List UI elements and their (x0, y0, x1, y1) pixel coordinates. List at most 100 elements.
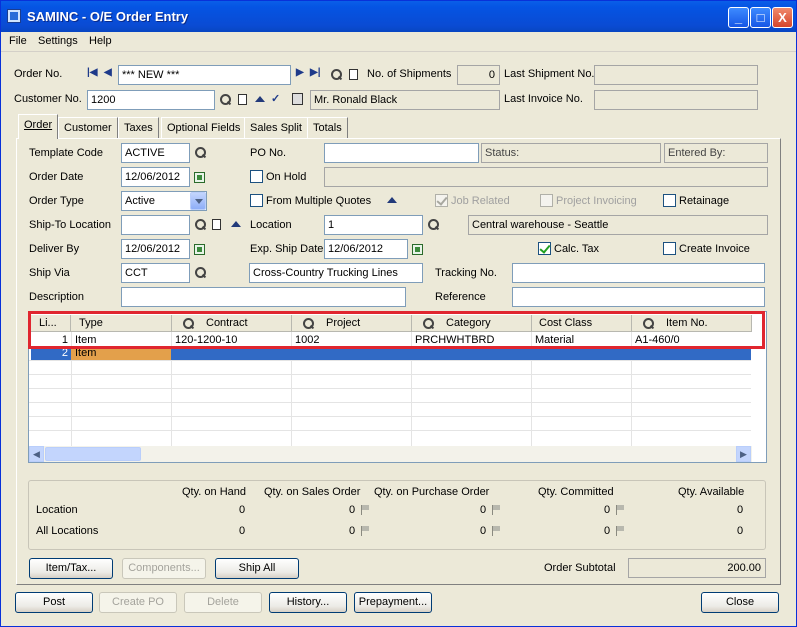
deliver-by-label: Deliver By (29, 243, 80, 255)
create-po-button[interactable]: Create PO (99, 592, 177, 613)
project-invoicing-label: Project Invoicing (556, 195, 637, 207)
customer-zoom-icon[interactable] (255, 96, 265, 102)
template-code-input[interactable]: ACTIVE (121, 143, 190, 163)
ship-to-finder-icon[interactable] (194, 219, 206, 231)
exp-ship-input[interactable]: 12/06/2012 (324, 239, 408, 259)
ship-to-zoom-icon[interactable] (231, 221, 241, 227)
customer-new-icon[interactable] (238, 94, 247, 105)
horizontal-scroll-thumb[interactable] (45, 447, 141, 461)
tab-taxes-label: Taxes (124, 122, 153, 134)
ship-via-input[interactable]: CCT (121, 263, 190, 283)
item-tax-button[interactable]: Item/Tax... (29, 558, 113, 579)
project-invoicing-checkbox (540, 194, 553, 207)
exp-ship-calendar-icon[interactable] (412, 244, 423, 255)
qty-purchase-order-header: Qty. on Purchase Order (374, 486, 490, 498)
shipments-count: 0 (457, 65, 500, 85)
on-hold-checkbox[interactable] (250, 170, 263, 183)
scroll-right-button[interactable]: ▶ (736, 446, 751, 462)
flag-icon (616, 505, 625, 515)
delete-button[interactable]: Delete (184, 592, 262, 613)
prepayment-button[interactable]: Prepayment... (354, 592, 432, 613)
chevron-down-icon[interactable] (190, 192, 206, 210)
reference-label: Reference (435, 291, 486, 303)
tab-taxes[interactable]: Taxes (118, 117, 159, 138)
location-qty-sales-order: 0 (349, 504, 356, 516)
location-qty-committed: 0 (604, 504, 611, 516)
customer-check-icon[interactable]: ✓ (271, 92, 280, 105)
all-qty-committed: 0 (604, 525, 611, 537)
order-date-input[interactable]: 12/06/2012 (121, 167, 190, 187)
tab-totals[interactable]: Totals (307, 117, 348, 138)
menu-help[interactable]: Help (89, 35, 112, 47)
close-button[interactable]: Close (701, 592, 779, 613)
all-qty-available: 0 (737, 525, 744, 537)
create-invoice-checkbox[interactable] (663, 242, 676, 255)
order-no-label: Order No. (14, 68, 63, 80)
location-finder-icon[interactable] (427, 219, 439, 231)
ship-via-label: Ship Via (29, 267, 70, 279)
last-invoice-label: Last Invoice No. (504, 93, 583, 105)
ship-to-new-icon[interactable] (212, 219, 221, 230)
reference-input[interactable] (512, 287, 765, 307)
location-qty-available: 0 (737, 504, 744, 516)
title-bar[interactable]: SAMINC - O/E Order Entry _ □ X (1, 1, 796, 32)
retainage-label: Retainage (679, 195, 730, 207)
template-finder-icon[interactable] (194, 147, 206, 159)
customer-info-icon[interactable] (292, 93, 303, 105)
template-code-label: Template Code (29, 147, 103, 159)
order-no-input[interactable]: *** NEW *** (118, 65, 291, 85)
ship-all-button[interactable]: Ship All (215, 558, 299, 579)
flag-icon (492, 505, 501, 515)
post-button[interactable]: Post (15, 592, 93, 613)
tab-customer[interactable]: Customer (58, 117, 118, 138)
ship-to-input[interactable] (121, 215, 190, 235)
entered-by-field: Entered By: (664, 143, 768, 163)
description-input[interactable] (121, 287, 406, 307)
qty-committed-header: Qty. Committed (538, 486, 614, 498)
flag-icon (616, 526, 625, 536)
grid-horizontal-scrollbar[interactable]: ◀ ▶ (29, 446, 752, 462)
tab-customer-label: Customer (64, 122, 112, 134)
order-date-calendar-icon[interactable] (194, 172, 205, 183)
multiple-quotes-checkbox[interactable] (250, 194, 263, 207)
location-input[interactable]: 1 (324, 215, 423, 235)
close-window-button[interactable]: X (772, 7, 793, 28)
tab-sales-split[interactable]: Sales Split (244, 117, 308, 138)
previous-record-icon[interactable]: ◀ (104, 67, 112, 78)
ship-via-finder-icon[interactable] (194, 267, 206, 279)
last-record-icon[interactable]: ▶| (310, 67, 321, 78)
first-record-icon[interactable]: |◀ (87, 67, 98, 78)
last-shipment-label: Last Shipment No. (504, 68, 595, 80)
history-button[interactable]: History... (269, 592, 347, 613)
order-date-label: Order Date (29, 171, 84, 183)
order-type-label: Order Type (29, 195, 84, 207)
po-input[interactable] (324, 143, 479, 163)
menu-file[interactable]: File (9, 35, 27, 47)
customer-no-input[interactable]: 1200 (87, 90, 215, 110)
order-finder-icon[interactable] (330, 69, 342, 81)
tab-optional-fields[interactable]: Optional Fields (161, 117, 247, 138)
all-qty-sales-order: 0 (349, 525, 356, 537)
flag-icon (361, 526, 370, 536)
deliver-by-input[interactable]: 12/06/2012 (121, 239, 190, 259)
customer-no-label: Customer No. (14, 93, 82, 105)
maximize-button[interactable]: □ (750, 7, 771, 28)
tracking-input[interactable] (512, 263, 765, 283)
tab-order-label: Order (24, 119, 53, 131)
order-entry-window: SAMINC - O/E Order Entry _ □ X File Sett… (0, 0, 797, 627)
ship-via-description[interactable]: Cross-Country Trucking Lines (249, 263, 423, 283)
order-type-value: Active (125, 195, 155, 207)
new-order-icon[interactable] (349, 69, 358, 80)
components-button[interactable]: Components... (122, 558, 206, 579)
minimize-button[interactable]: _ (728, 7, 749, 28)
quotes-zoom-icon[interactable] (387, 197, 397, 203)
tab-order[interactable]: Order (18, 114, 59, 139)
scroll-left-button[interactable]: ◀ (29, 446, 44, 462)
deliver-by-calendar-icon[interactable] (194, 244, 205, 255)
menu-settings[interactable]: Settings (38, 35, 78, 47)
app-icon (7, 9, 21, 23)
calc-tax-checkbox[interactable] (538, 242, 551, 255)
next-record-icon[interactable]: ▶ (296, 67, 304, 78)
customer-finder-icon[interactable] (219, 94, 231, 106)
retainage-checkbox[interactable] (663, 194, 676, 207)
